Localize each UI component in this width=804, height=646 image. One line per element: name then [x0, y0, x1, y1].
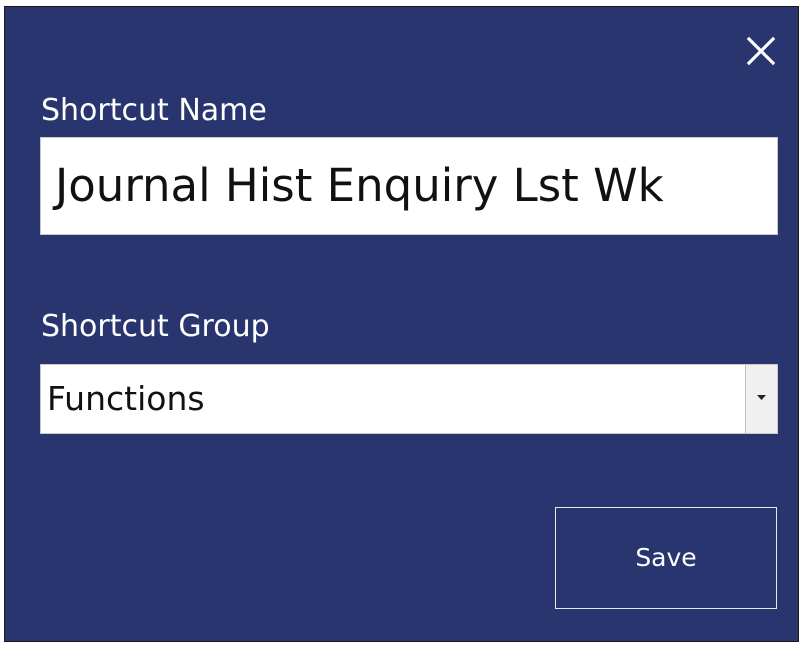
- shortcut-group-select[interactable]: Functions: [40, 364, 778, 434]
- close-icon: [746, 36, 776, 66]
- shortcut-name-label: Shortcut Name: [41, 93, 267, 128]
- shortcut-group-value: Functions: [47, 379, 205, 418]
- chevron-down-icon: [757, 395, 766, 400]
- save-button[interactable]: Save: [555, 507, 777, 609]
- shortcut-group-label: Shortcut Group: [41, 309, 270, 344]
- shortcut-name-input[interactable]: Journal Hist Enquiry Lst Wk: [40, 137, 778, 235]
- add-shortcut-dialog: Shortcut Name Journal Hist Enquiry Lst W…: [4, 6, 799, 642]
- dropdown-button[interactable]: [745, 365, 777, 433]
- close-button[interactable]: [743, 33, 779, 69]
